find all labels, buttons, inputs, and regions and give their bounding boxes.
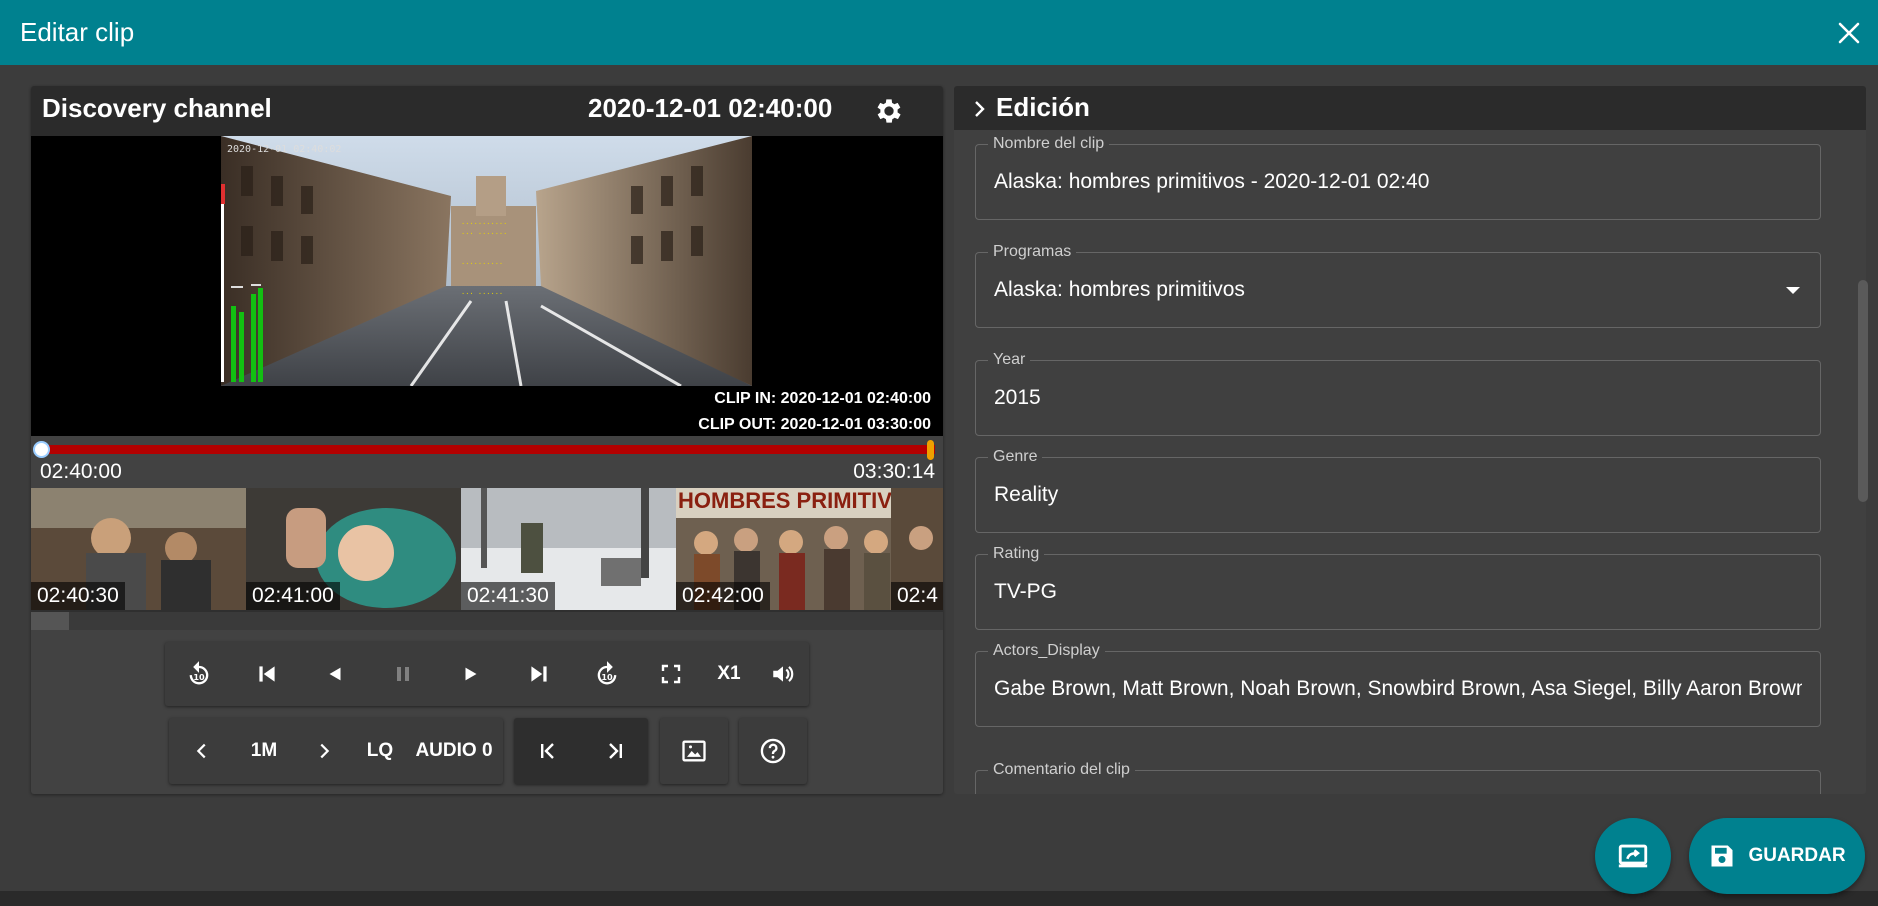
bottom-strip [0, 891, 1878, 906]
timeline-start: 02:40:00 [40, 460, 122, 483]
video-viewport[interactable]: ··········· ··· ······· ·········· ··· ····… [31, 136, 943, 436]
timeline-end: 03:30:14 [853, 460, 935, 483]
timeline[interactable]: 02:40:00 03:30:14 [31, 436, 943, 488]
thumbnail-strip: 02:40:30 02:41:00 02:41:30 HOMBRES PRIMI… [31, 488, 943, 612]
video-frame: ··········· ··· ······· ·········· ··· ····… [221, 136, 752, 386]
svg-text:···········: ··········· [461, 220, 507, 228]
field-label: Nombre del clip [988, 135, 1110, 153]
svg-text:··· ······: ··· ······ [461, 290, 503, 298]
close-icon[interactable] [1834, 18, 1864, 48]
previous-frame-icon[interactable] [233, 642, 301, 706]
dropdown-arrow-icon[interactable] [1786, 287, 1800, 294]
playback-controls: 10 10 X1 [165, 642, 809, 706]
dialog-header: Editar clip [0, 0, 1878, 65]
player-panel: Discovery channel 2020-12-01 02:40:00 ··… [31, 86, 943, 794]
pause-icon[interactable] [369, 642, 437, 706]
edit-panel-title: Edición [996, 92, 1090, 122]
genre-field[interactable]: Genre Reality [975, 448, 1821, 533]
svg-text:10: 10 [193, 672, 205, 682]
edit-panel-scrollbar[interactable] [1858, 280, 1868, 502]
gear-icon[interactable] [873, 95, 905, 127]
clip-comment-field[interactable]: Comentario del clip [975, 761, 1821, 794]
thumbnail-time: 02:41:00 [246, 582, 340, 610]
timeline-bar[interactable] [39, 445, 935, 454]
programas-select[interactable]: Programas Alaska: hombres primitivos [975, 243, 1821, 328]
forward-10-icon[interactable]: 10 [573, 642, 641, 706]
channel-name: Discovery channel [42, 93, 272, 123]
help-control [739, 718, 807, 784]
next-frame-icon[interactable] [505, 642, 573, 706]
audio-track-button[interactable]: AUDIO 0 [405, 718, 503, 784]
clip-out-handle[interactable] [927, 440, 934, 460]
thumbnail-scrollbar[interactable] [31, 612, 943, 630]
save-label: GUARDAR [1748, 845, 1846, 866]
rewind-10-icon[interactable]: 10 [165, 642, 233, 706]
clip-name-field[interactable]: Nombre del clip Alaska: hombres primitiv… [975, 135, 1821, 220]
field-value[interactable]: 2015 [994, 386, 1802, 410]
speed-button[interactable]: X1 [701, 642, 757, 706]
quality-button[interactable]: LQ [355, 718, 405, 784]
svg-text:··· ·······: ··· ······· [461, 230, 507, 238]
field-label: Programas [988, 243, 1077, 261]
volume-icon[interactable] [757, 642, 809, 706]
field-value[interactable]: TV-PG [994, 580, 1802, 604]
go-to-clip-out-icon[interactable] [581, 718, 648, 784]
field-label: Comentario del clip [988, 761, 1135, 779]
chevron-right-icon [975, 101, 985, 117]
thumbnail[interactable]: 02:41:30 [461, 488, 676, 610]
go-to-clip-in-icon[interactable] [514, 718, 581, 784]
clip-out-label: CLIP OUT: 2020-12-01 03:30:00 [698, 416, 931, 433]
snapshot-control [660, 718, 728, 784]
thumbnail[interactable]: 02:41:00 [246, 488, 461, 610]
snapshot-icon[interactable] [660, 718, 728, 784]
thumbnail[interactable]: 02:40:30 [31, 488, 246, 610]
help-icon[interactable] [739, 718, 807, 784]
year-field[interactable]: Year 2015 [975, 351, 1821, 436]
thumbnail-time: 02:4 [891, 582, 943, 610]
svg-text:··········: ·········· [461, 260, 503, 268]
save-icon [1711, 845, 1733, 867]
edit-panel: Edición Nombre del clip Alaska: hombres … [954, 86, 1866, 794]
field-label: Rating [988, 545, 1045, 563]
screen-share-icon [1618, 844, 1648, 868]
field-label: Actors_Display [988, 642, 1105, 660]
thumbnail-time: 02:41:30 [461, 582, 555, 610]
dialog-title: Editar clip [20, 17, 135, 47]
clip-in-label: CLIP IN: 2020-12-01 02:40:00 [714, 390, 931, 407]
step-back-icon[interactable] [169, 718, 235, 784]
export-screen-button[interactable] [1595, 818, 1671, 894]
player-header: Discovery channel 2020-12-01 02:40:00 [31, 86, 943, 136]
thumbnail[interactable]: HOMBRES PRIMITIVOS 02:42:00 [676, 488, 891, 610]
play-backward-icon[interactable] [301, 642, 369, 706]
thumbnail-time: 02:42:00 [676, 582, 770, 610]
frame-timestamp: 2020-12-01 02:40:02 [227, 144, 342, 155]
field-value[interactable]: Alaska: hombres primitivos - 2020-12-01 … [994, 170, 1802, 194]
thumbnail[interactable]: 02:4 [891, 488, 943, 610]
scrollbar-thumb[interactable] [31, 612, 69, 630]
fullscreen-icon[interactable] [641, 642, 701, 706]
save-button[interactable]: GUARDAR [1689, 818, 1865, 894]
rating-field[interactable]: Rating TV-PG [975, 545, 1821, 630]
field-value[interactable]: Reality [994, 483, 1802, 507]
navigation-controls: 1M LQ AUDIO 0 [169, 718, 503, 784]
edit-panel-header[interactable]: Edición [954, 86, 1866, 130]
step-size-button[interactable]: 1M [235, 718, 293, 784]
field-value[interactable]: Gabe Brown, Matt Brown, Noah Brown, Snow… [994, 677, 1802, 701]
current-datetime: 2020-12-01 02:40:00 [588, 93, 833, 123]
thumbnail-title-text: HOMBRES PRIMITIVOS [678, 488, 891, 513]
clip-in-handle[interactable] [33, 441, 50, 458]
svg-text:10: 10 [601, 672, 613, 682]
clip-mark-controls [514, 718, 648, 784]
thumbnail-time: 02:40:30 [31, 582, 125, 610]
clip-info: CLIP IN: 2020-12-01 02:40:00 CLIP OUT: 2… [685, 386, 937, 436]
actors-field[interactable]: Actors_Display Gabe Brown, Matt Brown, N… [975, 642, 1821, 727]
field-label: Year [988, 351, 1031, 369]
play-icon[interactable] [437, 642, 505, 706]
field-label: Genre [988, 448, 1043, 466]
step-forward-icon[interactable] [293, 718, 355, 784]
field-value[interactable]: Alaska: hombres primitivos [994, 278, 1802, 302]
